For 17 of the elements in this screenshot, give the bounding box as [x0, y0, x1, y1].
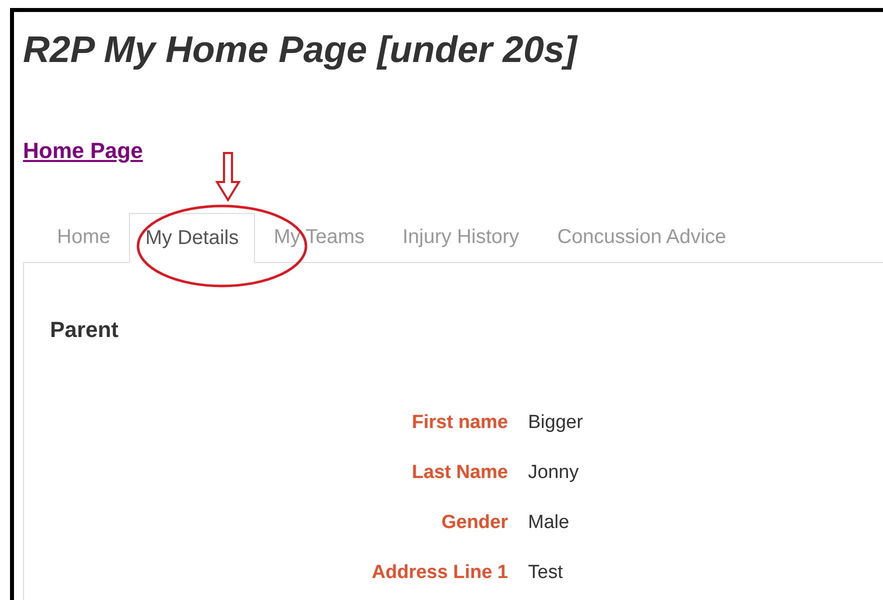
down-arrow-icon — [215, 152, 241, 202]
field-value: Bigger — [528, 410, 583, 435]
home-page-link[interactable]: Home Page — [23, 138, 143, 164]
section-title: Parent — [50, 317, 118, 343]
field-label: Last Name — [412, 460, 508, 485]
field-value: Male — [528, 510, 570, 535]
field-label: Address Line 1 — [372, 560, 508, 585]
field-label: First name — [412, 410, 508, 435]
tab[interactable]: My Details — [129, 213, 255, 263]
tab[interactable]: Concussion Advice — [538, 212, 746, 262]
tab[interactable]: My Teams — [254, 212, 384, 262]
page-title: R2P My Home Page [under 20s] — [23, 28, 577, 72]
field-label: Gender — [441, 510, 508, 535]
field-value: Test — [528, 560, 563, 585]
tab[interactable]: Home — [38, 212, 130, 262]
tab[interactable]: Injury History — [383, 212, 538, 262]
field-value: Jonny — [528, 460, 579, 485]
